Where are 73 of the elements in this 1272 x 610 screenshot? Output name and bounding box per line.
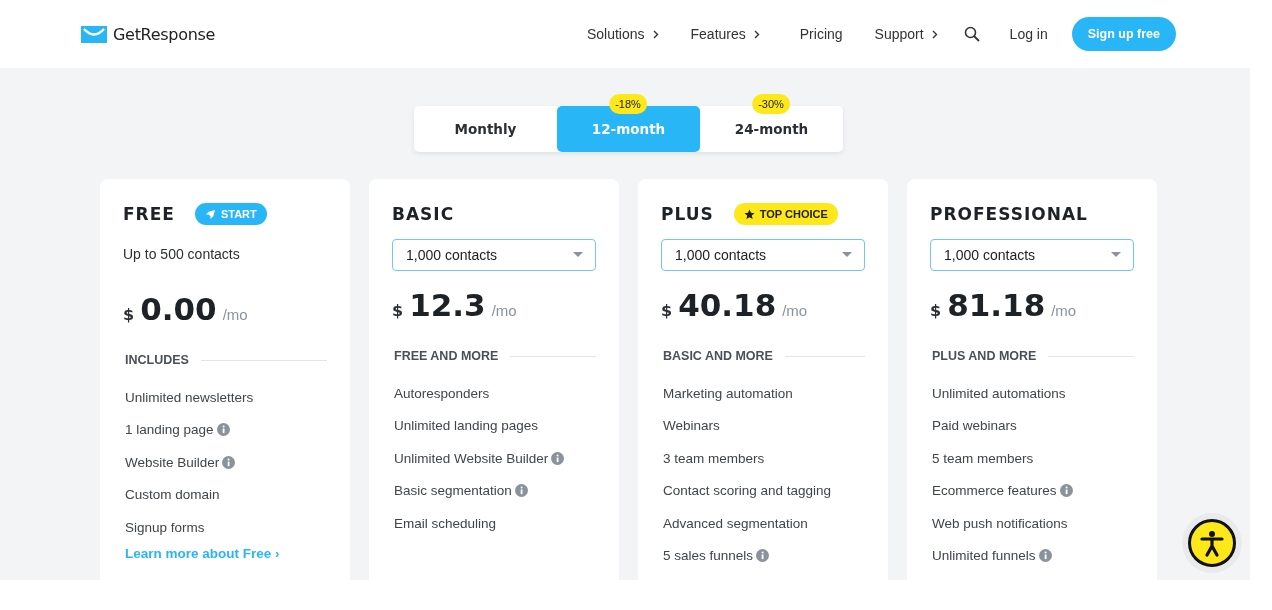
contacts-dropdown[interactable]: 1,000 contacts — [930, 239, 1134, 271]
discount-badge: -30% — [752, 94, 790, 114]
plan-price: 12.3 — [409, 287, 486, 323]
feature-text: 3 team members — [663, 450, 765, 466]
nav-link[interactable]: Pricing — [799, 26, 843, 42]
nav-link[interactable]: Features — [690, 26, 760, 42]
feature-text: 5 sales funnels — [663, 548, 754, 564]
feature-text: Webinars — [663, 418, 720, 434]
info-icon[interactable] — [756, 549, 770, 563]
info-icon[interactable] — [551, 451, 565, 465]
plan-name: PLUS — [661, 204, 714, 224]
contacts-dropdown[interactable]: 1,000 contacts — [661, 239, 865, 271]
info-icon[interactable] — [514, 484, 528, 498]
nav-link[interactable]: Support — [874, 26, 938, 42]
feature-text: Marketing automation — [663, 385, 793, 401]
contacts-limit: Up to 500 contacts — [123, 245, 241, 264]
chevron-right-icon — [753, 29, 760, 39]
nav-link[interactable]: Solutions — [586, 26, 659, 42]
accessibility-button[interactable] — [1188, 519, 1236, 567]
currency-symbol: $ — [123, 305, 135, 324]
section-heading: INCLUDES — [125, 353, 189, 367]
feature-text: Contact scoring and tagging — [663, 483, 832, 499]
info-icon[interactable] — [1038, 549, 1052, 563]
plan-name: PROFESSIONAL — [930, 204, 1088, 224]
chevron-right-icon — [652, 29, 659, 39]
price-period: /mo — [782, 302, 808, 319]
start-badge: START — [194, 203, 267, 225]
price-period: /mo — [222, 306, 248, 323]
discount-badge: -18% — [609, 94, 647, 114]
feature-text: 1 landing page — [125, 422, 214, 438]
feature-text: Email scheduling — [394, 515, 497, 531]
info-icon[interactable] — [1059, 484, 1073, 498]
feature-text: 5 team members — [932, 450, 1034, 466]
feature-text: Unlimited newsletters — [125, 389, 254, 405]
feature-text: Basic segmentation — [394, 483, 512, 499]
info-icon[interactable] — [222, 455, 236, 469]
feature-text: Paid webinars — [932, 418, 1017, 434]
feature-text: Ecommerce features — [932, 483, 1057, 499]
chevron-right-icon — [931, 29, 938, 39]
plan-price: 0.00 — [140, 291, 217, 327]
caret-down-icon — [1111, 252, 1121, 258]
top-choice-badge: TOP CHOICE — [733, 203, 838, 225]
feature-text: Unlimited automations — [932, 385, 1066, 401]
search-icon[interactable] — [963, 26, 980, 42]
login-link[interactable]: Log in — [1009, 26, 1048, 42]
feature-text: Website Builder — [125, 454, 220, 470]
feature-text: Web push notifications — [932, 515, 1068, 531]
section-heading: FREE AND MORE — [394, 349, 499, 363]
price-period: /mo — [1051, 302, 1077, 319]
contacts-dropdown[interactable]: 1,000 contacts — [392, 239, 596, 271]
currency-symbol: $ — [392, 301, 404, 320]
section-heading: PLUS AND MORE — [932, 349, 1037, 363]
currency-symbol: $ — [661, 301, 673, 320]
feature-text: Autoresponders — [394, 385, 490, 401]
plan-name: BASIC — [392, 204, 455, 224]
plan-name: FREE — [123, 204, 175, 224]
billing-period-tab[interactable]: Monthly — [414, 106, 557, 152]
caret-down-icon — [573, 252, 583, 258]
feature-text: Unlimited funnels — [932, 548, 1036, 564]
feature-text: Unlimited landing pages — [394, 418, 539, 434]
caret-down-icon — [842, 252, 852, 258]
brand-name[interactable]: GetResponse — [113, 24, 216, 44]
price-period: /mo — [491, 302, 517, 319]
envelope-logo-icon — [81, 25, 107, 43]
feature-text: Signup forms — [125, 519, 205, 535]
plan-price: 40.18 — [678, 287, 777, 323]
currency-symbol: $ — [930, 301, 942, 320]
feature-text: Advanced segmentation — [663, 515, 808, 531]
feature-text: Custom domain — [125, 487, 220, 503]
feature-text: Unlimited Website Builder — [394, 450, 549, 466]
info-icon[interactable] — [216, 423, 230, 437]
section-heading: BASIC AND MORE — [663, 349, 773, 363]
plan-price: 81.18 — [947, 287, 1046, 323]
